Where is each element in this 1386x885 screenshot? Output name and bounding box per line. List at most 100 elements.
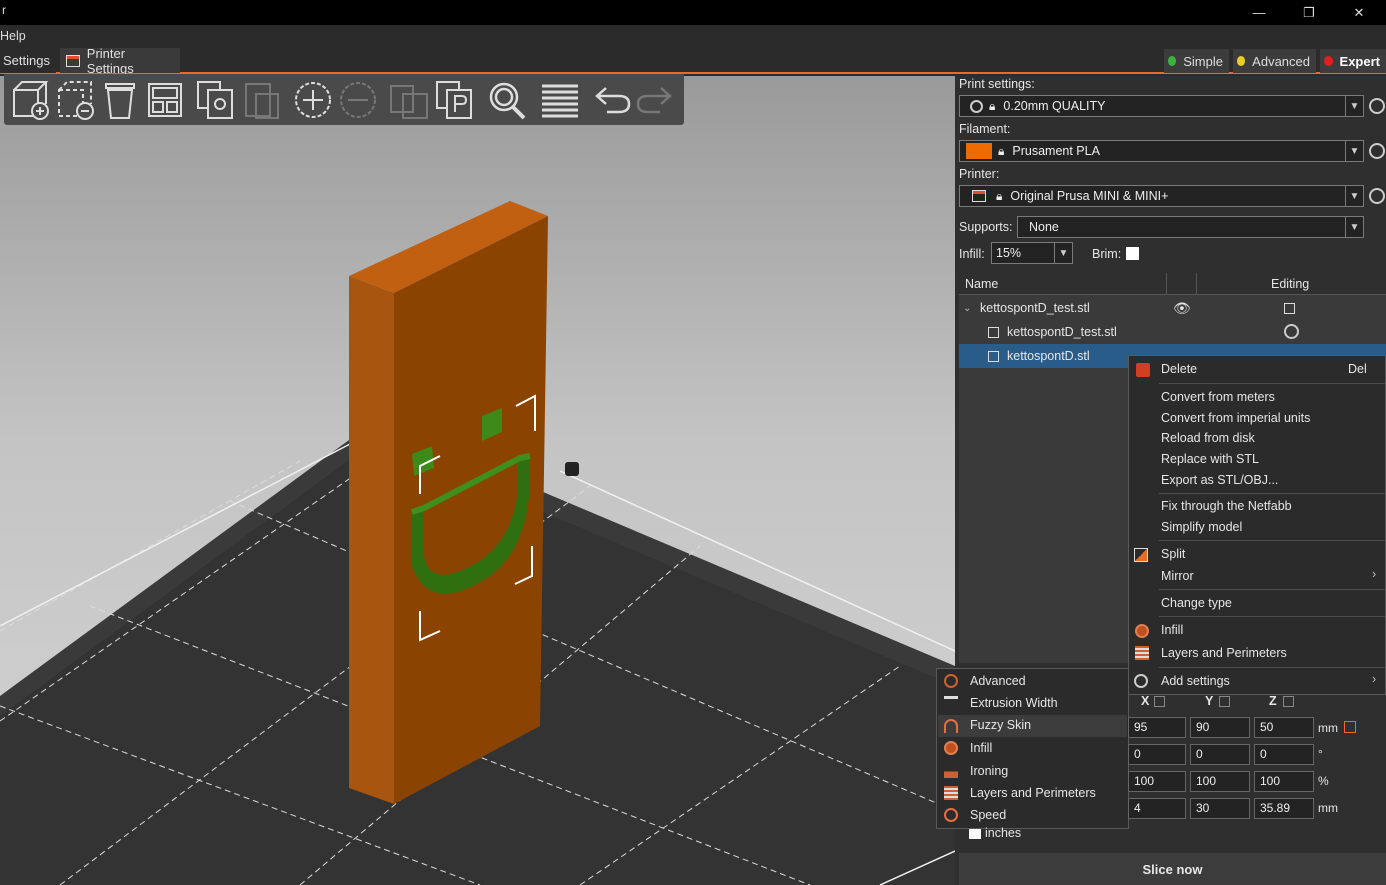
- submenu-item-speed[interactable]: Speed: [970, 808, 1006, 822]
- menu-item-simplify[interactable]: Simplify model: [1161, 520, 1242, 534]
- column-editing[interactable]: Editing: [1271, 277, 1309, 291]
- mode-simple-label: Simple: [1183, 53, 1223, 69]
- chevron-down-icon[interactable]: ⌄: [963, 303, 971, 314]
- infill-combo[interactable]: 15% ▼: [991, 242, 1073, 264]
- menu-item-netfabb[interactable]: Fix through the Netfabb: [1161, 499, 1292, 513]
- delete-icon[interactable]: [53, 78, 97, 122]
- printer-label: Printer:: [959, 167, 1000, 181]
- tab-bar: Settings Printer Settings Simple Advance…: [0, 45, 1386, 76]
- submenu-item-layers[interactable]: Layers and Perimeters: [970, 786, 1096, 800]
- submenu-item-advanced[interactable]: Advanced: [970, 674, 1026, 688]
- scale-unit: %: [1318, 774, 1329, 788]
- menu-item-replace[interactable]: Replace with STL: [1161, 452, 1259, 466]
- submenu-item-ironing[interactable]: Ironing: [970, 764, 1008, 778]
- eye-icon[interactable]: 👁︎: [1173, 300, 1191, 317]
- menu-item-layers[interactable]: Layers and Perimeters: [1161, 646, 1287, 660]
- minimize-button[interactable]: —: [1236, 0, 1282, 25]
- mode-simple[interactable]: Simple: [1164, 49, 1229, 73]
- column-name[interactable]: Name: [965, 277, 998, 291]
- slice-now-button[interactable]: Slice now: [959, 853, 1386, 885]
- menu-item-change-type[interactable]: Change type: [1161, 596, 1232, 610]
- inches-checkbox[interactable]: [969, 829, 981, 839]
- column-divider: [1196, 273, 1197, 295]
- brim-checkbox[interactable]: [1126, 247, 1139, 260]
- split-parts-icon[interactable]: [433, 78, 477, 122]
- object-name: kettospontD_test.stl: [980, 301, 1090, 315]
- search-icon[interactable]: [484, 78, 528, 122]
- mode-expert[interactable]: Expert: [1320, 49, 1386, 73]
- add-icon[interactable]: [8, 78, 52, 122]
- lock-icon: 🔒︎: [998, 143, 1005, 158]
- size-z-field[interactable]: 35.89: [1254, 798, 1314, 819]
- printer-icon: [972, 190, 986, 202]
- scale-x-field[interactable]: 100: [1128, 771, 1186, 792]
- scale-z-field[interactable]: 100: [1254, 771, 1314, 792]
- print-settings-edit-gear-icon[interactable]: [1369, 98, 1385, 114]
- submenu-item-extrusion-width[interactable]: Extrusion Width: [970, 696, 1058, 710]
- 3d-viewport[interactable]: [0, 76, 955, 885]
- submenu-item-infill[interactable]: Infill: [970, 741, 992, 755]
- supports-combo[interactable]: None ▼: [1017, 216, 1364, 238]
- rotation-y-field[interactable]: 0: [1190, 744, 1250, 765]
- print-settings-gear-icon: [970, 99, 983, 113]
- tab-settings[interactable]: Settings: [0, 48, 56, 73]
- part-icon: [988, 326, 999, 338]
- menu-item-convert-imperial[interactable]: Convert from imperial units: [1161, 411, 1310, 425]
- copy-icon[interactable]: [194, 78, 238, 122]
- top-toolbar: [4, 74, 684, 125]
- delete-shortcut: Del: [1348, 362, 1367, 376]
- filament-combo[interactable]: 🔒︎ Prusament PLA ▼: [959, 140, 1364, 162]
- menu-help[interactable]: Help: [0, 29, 26, 43]
- undo-icon[interactable]: [589, 78, 633, 122]
- scale-y-field[interactable]: 100: [1190, 771, 1250, 792]
- edit-object-icon[interactable]: [1284, 302, 1295, 314]
- list-item[interactable]: ⌄ kettospontD_test.stl 👁︎: [959, 296, 1386, 320]
- mode-advanced[interactable]: Advanced: [1233, 49, 1316, 73]
- separator: [1159, 616, 1385, 617]
- window-title: r: [2, 3, 6, 17]
- menu-item-reload[interactable]: Reload from disk: [1161, 431, 1255, 445]
- menu-item-mirror[interactable]: Mirror: [1161, 569, 1194, 583]
- position-x-field[interactable]: 95: [1128, 717, 1186, 738]
- add-instance-icon[interactable]: [291, 78, 335, 122]
- separator: [1159, 540, 1385, 541]
- arrange-icon[interactable]: [143, 78, 187, 122]
- tab-printer-settings[interactable]: Printer Settings: [60, 45, 180, 76]
- chevron-down-icon: ▼: [1345, 186, 1363, 206]
- z-lock-icon: [1283, 696, 1294, 707]
- menu-item-convert-meters[interactable]: Convert from meters: [1161, 390, 1275, 404]
- filament-edit-gear-icon[interactable]: [1369, 143, 1385, 159]
- close-button[interactable]: ✕: [1336, 0, 1382, 25]
- size-y-field[interactable]: 30: [1190, 798, 1250, 819]
- submenu-item-fuzzy-skin[interactable]: Fuzzy Skin: [970, 718, 1031, 732]
- delete-all-icon[interactable]: [98, 78, 142, 122]
- tab-settings-label: Settings: [3, 53, 50, 68]
- rotation-unit: °: [1318, 747, 1323, 761]
- list-item[interactable]: kettospontD_test.stl: [959, 320, 1386, 344]
- menu-item-split[interactable]: Split: [1161, 547, 1185, 561]
- menu-item-add-settings[interactable]: Add settings: [1161, 674, 1230, 688]
- drop-to-bed-icon[interactable]: [1344, 721, 1356, 733]
- modifier-name: kettospontD.stl: [1007, 349, 1090, 363]
- printer-combo[interactable]: 🔒︎ Original Prusa MINI & MINI+ ▼: [959, 185, 1364, 207]
- size-x-field[interactable]: 4: [1128, 798, 1186, 819]
- printer-settings-icon: [66, 54, 80, 67]
- print-settings-combo[interactable]: 🔒︎ 0.20mm QUALITY ▼: [959, 95, 1364, 117]
- filament-color-swatch[interactable]: [966, 143, 992, 159]
- menu-item-infill[interactable]: Infill: [1161, 623, 1183, 637]
- infill-icon: [1135, 624, 1149, 638]
- menu-item-export[interactable]: Export as STL/OBJ...: [1161, 473, 1278, 487]
- layers-icon[interactable]: [538, 78, 582, 122]
- rotation-z-field[interactable]: 0: [1254, 744, 1314, 765]
- part-settings-gear-icon[interactable]: [1284, 324, 1299, 339]
- rotation-x-field[interactable]: 0: [1128, 744, 1186, 765]
- supports-label: Supports:: [959, 220, 1013, 234]
- chevron-down-icon: ▼: [1054, 243, 1072, 263]
- printer-edit-gear-icon[interactable]: [1369, 188, 1385, 204]
- position-y-field[interactable]: 90: [1190, 717, 1250, 738]
- menu-item-delete[interactable]: Delete: [1161, 362, 1197, 376]
- position-z-field[interactable]: 50: [1254, 717, 1314, 738]
- chevron-down-icon: ▼: [1345, 141, 1363, 161]
- restore-button[interactable]: ❐: [1286, 0, 1332, 25]
- tab-printer-settings-label: Printer Settings: [86, 45, 134, 76]
